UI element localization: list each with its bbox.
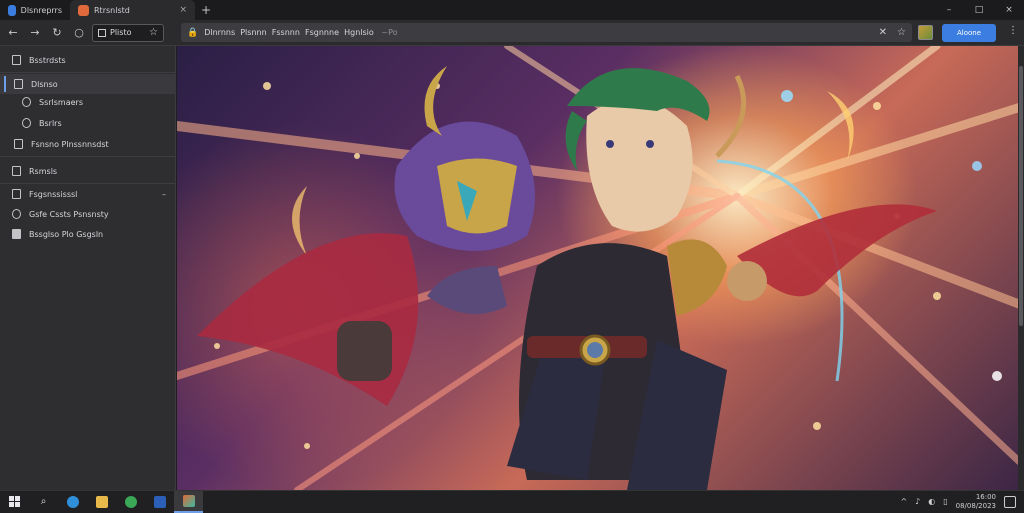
settings-page-icon: [14, 139, 23, 149]
network-icon[interactable]: ◐: [928, 497, 935, 506]
title-bar: Dlsnreprrs Rtrsnlstd × + – □ ×: [0, 0, 1024, 20]
page-icon: [98, 28, 106, 37]
battery-icon[interactable]: ▯: [943, 497, 947, 506]
menu-icon[interactable]: ⋮: [1008, 25, 1018, 36]
sidebar-item-settings-page[interactable]: Fsnsno Plnssnnsdst: [0, 134, 176, 154]
scrollbar-thumb[interactable]: [1019, 66, 1023, 326]
sidebar-item-bookmarks[interactable]: Bsstrdsts: [0, 50, 176, 70]
sidebar-item-label: Dlsnso: [31, 79, 58, 89]
shield-icon: [12, 209, 21, 219]
sidebar-item-folder[interactable]: Dlsnso: [0, 74, 176, 94]
clear-icon[interactable]: ✕: [879, 27, 887, 38]
home-button[interactable]: ○: [70, 24, 88, 42]
minimize-button[interactable]: –: [934, 0, 964, 20]
bookmark-icon: [12, 55, 21, 65]
sidebar-item-label: Fsnsno Plnssnnsdst: [31, 139, 109, 149]
site-favicon-icon: [78, 4, 89, 16]
system-tray: ^ ♪ ◐ ▯ 16:00 08/08/2023: [900, 493, 1024, 511]
tab-inactive[interactable]: Dlsnreprrs: [0, 0, 70, 20]
mini-address-field[interactable]: Plisto ☆: [92, 23, 164, 42]
back-button[interactable]: ←: [4, 24, 22, 42]
selection-indicator: [4, 76, 6, 92]
taskbar: ⌕ ^ ♪ ◐ ▯ 16:00 08/08/2023: [0, 490, 1024, 513]
paint-icon[interactable]: [174, 490, 203, 513]
clock-time: 16:00: [975, 492, 996, 501]
list-icon: [12, 166, 21, 176]
reload-button[interactable]: ↻: [48, 24, 66, 42]
history-icon: [22, 97, 31, 107]
new-tab-button[interactable]: +: [195, 0, 217, 20]
word-icon[interactable]: [145, 491, 174, 513]
star-icon[interactable]: ☆: [149, 27, 158, 38]
folder-icon: [14, 79, 23, 89]
forward-button[interactable]: →: [26, 24, 44, 42]
profile-action-button[interactable]: Aloone: [942, 24, 996, 42]
clock-date: 08/08/2023: [955, 501, 996, 510]
tray-expand-icon[interactable]: ^: [900, 497, 907, 506]
tab-label: Dlsnreprrs: [20, 5, 62, 15]
extension-icon[interactable]: [918, 25, 933, 40]
sidebar-item-label: Bsrlrs: [39, 118, 62, 128]
sidebar-item-label: Fsgsnssisssl: [29, 189, 78, 199]
sidebar-item-label: Ssrlsmaers: [39, 97, 83, 107]
notification-icon[interactable]: [1004, 495, 1016, 508]
tab-label: Rtrsnlstd: [94, 5, 130, 15]
chrome-icon[interactable]: [116, 491, 145, 513]
mini-address-text: Plisto: [110, 28, 132, 37]
address-url: Dlnrnns Plsnnn Fssnnn Fsgnnne Hgnlsio ~P…: [204, 28, 398, 37]
address-bar[interactable]: 🔒 Dlnrnns Plsnnn Fssnnn Fsgnnne Hgnlsio …: [181, 23, 912, 42]
sidebar-item-list[interactable]: Rsmsls: [0, 161, 176, 181]
extension-icon: [12, 189, 21, 199]
scrollbar[interactable]: [1018, 46, 1024, 490]
volume-icon[interactable]: ♪: [915, 497, 920, 506]
file-explorer-icon[interactable]: [87, 491, 116, 513]
sidebar-item-label: Bsstrdsts: [29, 55, 66, 65]
sidebar-item-extensions[interactable]: Fsgsnssisssl –: [0, 184, 176, 204]
browser-toolbar: ← → ↻ ○ Plisto ☆ 🔒 Dlnrnns Plsnnn Fssnnn…: [0, 20, 1024, 46]
collapse-mark[interactable]: –: [162, 190, 166, 199]
close-window-button[interactable]: ×: [994, 0, 1024, 20]
artwork-image: [177, 46, 1024, 490]
windows-start-icon[interactable]: [0, 491, 29, 513]
sidebar: Bsstrdsts Dlsnso Ssrlsmaers Bsrlrs Fsnsn…: [0, 46, 176, 490]
search-icon[interactable]: ⌕: [29, 491, 58, 513]
lock-icon: 🔒: [187, 27, 199, 38]
sidebar-item-label: Rsmsls: [29, 166, 58, 176]
artwork-illustration: [177, 46, 1024, 490]
tab-active[interactable]: Rtrsnlstd ×: [70, 0, 195, 20]
maximize-button[interactable]: □: [964, 0, 994, 20]
sidebar-item-document[interactable]: Bssglso Plo Gsgsln: [0, 224, 176, 244]
download-icon: [22, 118, 31, 128]
close-tab-icon[interactable]: ×: [179, 5, 187, 15]
edge-icon[interactable]: [58, 491, 87, 513]
bookmark-star-icon[interactable]: ☆: [897, 27, 906, 38]
sidebar-item-history[interactable]: Ssrlsmaers: [0, 92, 176, 112]
browser-logo-icon: [8, 4, 16, 16]
clock[interactable]: 16:00 08/08/2023: [956, 493, 996, 511]
document-icon: [12, 229, 21, 239]
sidebar-item-privacy[interactable]: Gsfe Cssts Psnsnsty: [0, 204, 176, 224]
sidebar-item-label: Bssglso Plo Gsgsln: [29, 229, 104, 239]
sidebar-item-downloads[interactable]: Bsrlrs: [0, 113, 176, 133]
sidebar-item-label: Gsfe Cssts Psnsnsty: [29, 209, 109, 219]
